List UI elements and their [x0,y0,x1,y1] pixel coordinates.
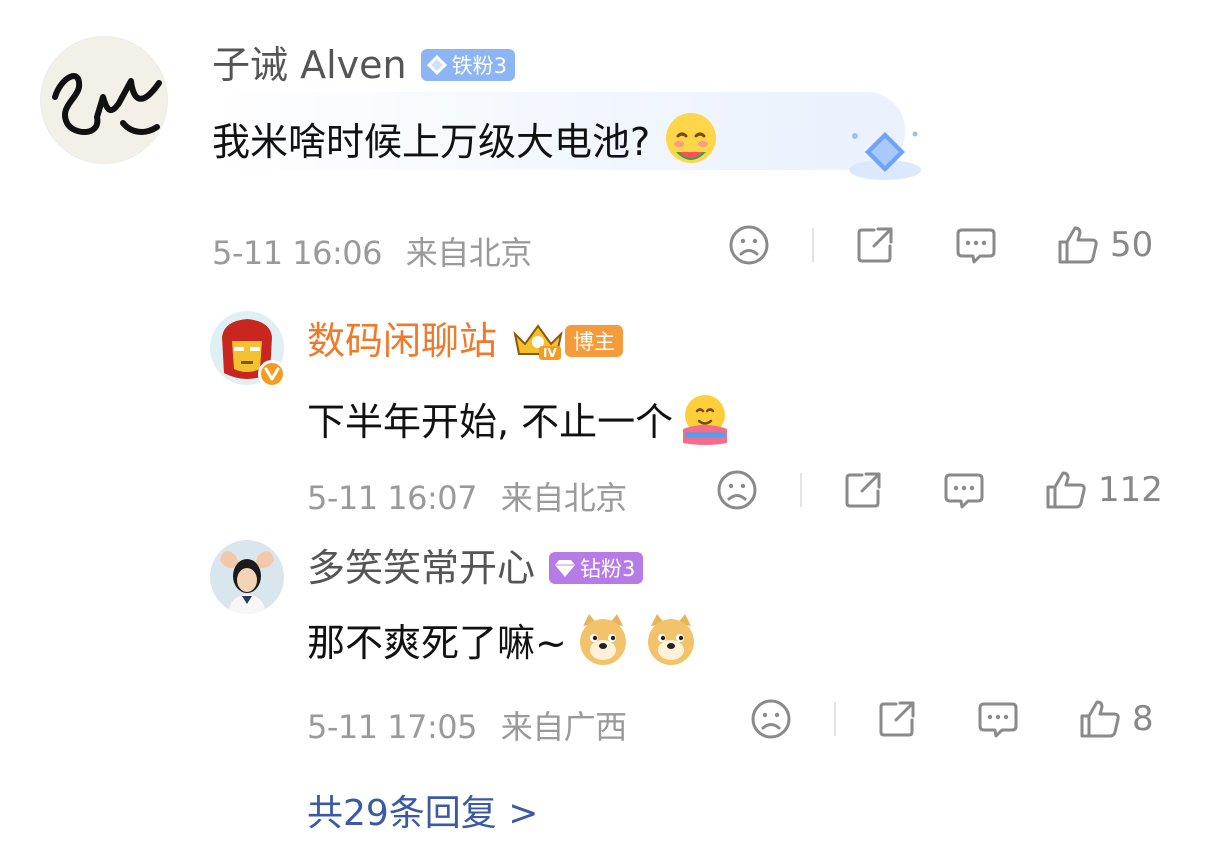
username[interactable]: 数码闲聊站 [307,322,497,360]
username[interactable]: 子诫 Alven [212,46,407,84]
doge-emoji-icon [643,612,699,674]
username[interactable]: 多笑笑常开心 [307,549,535,587]
timestamp: 5-11 17:05 [307,708,478,746]
action-bar: 50 [728,224,1153,266]
comment-icon [956,228,996,264]
timestamp: 5-11 16:07 [307,479,478,517]
like-thumb-icon [1046,471,1086,509]
divider [812,228,814,262]
like-button[interactable]: 50 [1056,224,1153,266]
crown-level: IV [543,346,557,360]
fan-badge[interactable]: 钻粉3 [549,552,644,584]
badge-label: 钻粉3 [580,557,636,581]
like-thumb-icon [1080,700,1120,738]
comment-meta: 5-11 16:06 来自北京 [212,228,532,274]
comment-icon [944,473,984,509]
like-count: 50 [1110,225,1154,265]
share-icon [857,227,893,263]
username-row: 数码闲聊站 IV 博主 [307,320,624,362]
comment-text-row: 下半年开始, 不止一个 [307,391,733,453]
hug-emoji-icon [677,391,733,453]
action-bar: 8 [750,698,1154,740]
comment-text: 我米啥时候上万级大电池? [212,120,651,164]
fan-badge[interactable]: 铁粉3 [420,49,515,81]
verified-badge-icon [258,360,286,388]
like-thumb-icon [1058,226,1098,264]
timestamp: 5-11 16:06 [212,234,383,272]
divider [800,473,802,507]
comment-text-row: 那不爽死了嘛~ [307,612,699,674]
location: 来自北京 [405,234,533,272]
username-row: 子诫 Alven 铁粉3 [212,46,515,84]
like-count: 8 [1132,699,1154,739]
comment-icon [978,702,1018,738]
avatar[interactable] [40,36,168,164]
comment-text: 那不爽死了嘛~ [307,621,567,665]
share-button[interactable] [842,469,884,511]
diamond-icon [426,55,447,75]
blogger-badge[interactable]: 博主 [565,325,624,357]
share-icon [879,701,915,737]
badge-label: 博主 [573,330,616,354]
comment-button[interactable] [976,698,1020,740]
location: 来自北京 [500,479,628,517]
action-bar: 112 [716,469,1163,511]
dislike-face-icon [729,225,769,265]
comment-button[interactable] [942,469,986,511]
view-all-replies-link[interactable]: 共29条回复 > [307,784,538,836]
location: 来自广西 [500,708,628,746]
comment-button[interactable] [954,224,998,266]
dislike-face-icon [717,470,757,510]
share-icon [845,472,881,508]
eating-watermelon-emoji-icon [662,110,720,174]
like-button[interactable]: 8 [1078,698,1154,740]
avatar[interactable] [210,540,284,614]
doge-emoji-icon [575,612,631,674]
dislike-face-icon [751,699,791,739]
dislike-button[interactable] [716,469,758,511]
diamond-icon [555,560,576,577]
divider [834,702,836,736]
username-row: 多笑笑常开心 钻粉3 [307,549,644,587]
like-count: 112 [1098,470,1163,510]
comment-text: 下半年开始, 不止一个 [307,400,674,444]
diamond-decoration-icon [845,122,925,188]
crown-level-icon: IV [511,320,565,362]
comment-text-row: 我米啥时候上万级大电池? [212,110,720,174]
comment-meta: 5-11 16:07 来自北京 [307,473,627,519]
like-button[interactable]: 112 [1044,469,1163,511]
dislike-button[interactable] [750,698,792,740]
share-button[interactable] [854,224,896,266]
badge-label: 铁粉3 [451,54,507,78]
share-button[interactable] [876,698,918,740]
comment-meta: 5-11 17:05 来自广西 [307,702,627,748]
dislike-button[interactable] [728,224,770,266]
